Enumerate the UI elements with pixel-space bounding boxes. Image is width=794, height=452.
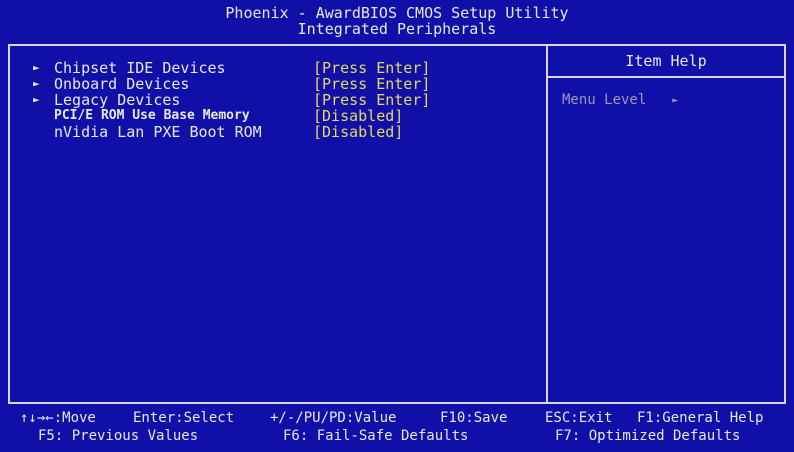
menu-item-label: Onboard Devices [54, 75, 190, 93]
menu-item-value[interactable]: [Press Enter] [313, 60, 430, 76]
menu-item-chipset-ide-devices[interactable]: ► Chipset IDE Devices [Press Enter] [10, 60, 540, 76]
title-bar: Phoenix - AwardBIOS CMOS Setup Utility I… [0, 0, 794, 38]
key-help-move: ↑↓→←:Move [20, 410, 96, 426]
menu-item-label: PCI/E ROM Use Base Memory [54, 108, 250, 123]
submenu-arrow-icon: ► [33, 77, 40, 90]
menu-item-pcie-rom-use-base-memory[interactable]: PCI/E ROM Use Base Memory [Disabled] [10, 108, 540, 124]
item-help-title: Item Help [548, 46, 784, 78]
key-help-value: +/-/PU/PD:Value [270, 410, 397, 426]
menu-item-legacy-devices[interactable]: ► Legacy Devices [Press Enter] [10, 92, 540, 108]
main-panel: ► Chipset IDE Devices [Press Enter] ► On… [8, 44, 786, 404]
menu-level: Menu Level ► [562, 92, 678, 108]
key-help-save: F10:Save [440, 410, 508, 426]
menu-level-marker-icon: ► [672, 94, 679, 106]
menu-item-value[interactable]: [Press Enter] [313, 92, 430, 108]
menu-level-label: Menu Level [562, 92, 647, 108]
menu-item-value[interactable]: [Disabled] [313, 124, 403, 140]
item-help-panel: Item Help Menu Level ► [548, 46, 784, 402]
settings-list: ► Chipset IDE Devices [Press Enter] ► On… [10, 46, 548, 402]
menu-item-label: Legacy Devices [54, 91, 181, 109]
menu-item-value[interactable]: [Press Enter] [313, 76, 430, 92]
page-title: Integrated Peripherals [297, 20, 497, 38]
key-help-exit: ESC:Exit [545, 410, 613, 426]
key-help-previous-values: F5: Previous Values [38, 428, 199, 444]
key-help-enter: Enter:Select [133, 410, 235, 426]
menu-item-value[interactable]: [Disabled] [313, 108, 403, 124]
menu-item-label: Chipset IDE Devices [54, 59, 226, 77]
menu-item-nvidia-lan-pxe-boot-rom[interactable]: nVidia Lan PXE Boot ROM [Disabled] [10, 124, 540, 140]
menu-item-onboard-devices[interactable]: ► Onboard Devices [Press Enter] [10, 76, 540, 92]
menu-item-label: nVidia Lan PXE Boot ROM [54, 123, 262, 141]
submenu-arrow-icon: ► [33, 61, 40, 74]
app-title: Phoenix - AwardBIOS CMOS Setup Utility [225, 4, 569, 22]
submenu-arrow-icon: ► [33, 93, 40, 106]
key-help-optimized-defaults: F7: Optimized Defaults [555, 428, 741, 444]
key-help-general-help: F1:General Help [637, 410, 764, 426]
key-help-bar: ↑↓→←:Move Enter:Select +/-/PU/PD:Value F… [0, 408, 794, 452]
key-help-fail-safe-defaults: F6: Fail-Safe Defaults [283, 428, 469, 444]
